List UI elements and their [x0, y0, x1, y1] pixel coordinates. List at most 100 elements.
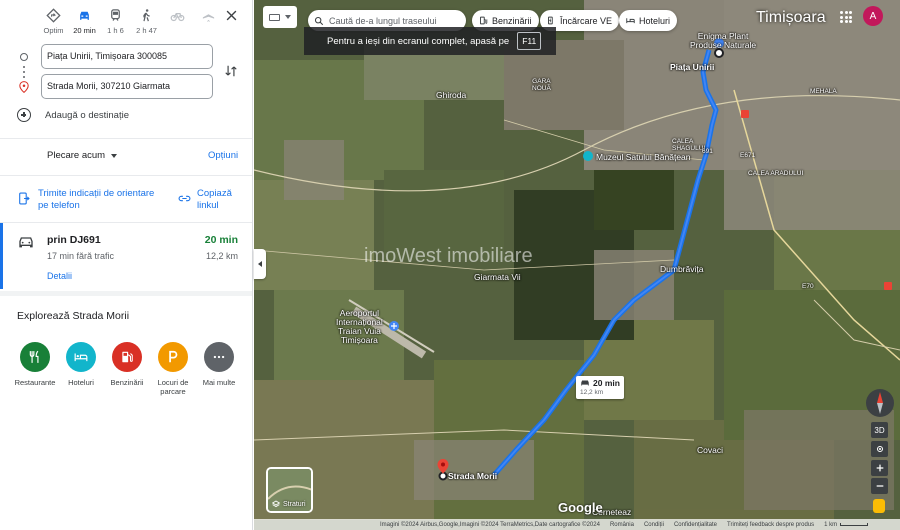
place-label-ghiroda[interactable]: Ghiroda	[436, 90, 466, 100]
close-icon[interactable]	[224, 8, 239, 23]
route-duration: 20 min	[204, 234, 238, 246]
map-scale[interactable]: 1 km	[824, 522, 869, 528]
car-icon	[581, 380, 589, 386]
district-label-calea: CALEA SHAGULUI	[672, 138, 706, 152]
place-label-muzeul[interactable]: Muzeul Satului Bănățean	[596, 152, 691, 162]
train-icon	[111, 9, 120, 21]
mode-walking[interactable]: 2 h 47	[131, 8, 162, 35]
route-card-time: 20 min	[593, 378, 620, 388]
satellite-imagery	[254, 0, 900, 530]
layers-button[interactable]: Straturi	[266, 467, 313, 513]
mode-driving[interactable]: 20 min	[69, 8, 100, 35]
feedback-link[interactable]: Trimiteți feedback despre produs	[727, 522, 814, 528]
maps-app: Optim 20 min 1 h 6 2 h 47 Piața Unirii, …	[0, 0, 900, 530]
road-label-e671: E671	[740, 152, 756, 159]
mode-transit[interactable]: 1 h 6	[100, 8, 131, 35]
category-restaurants[interactable]: Restaurante	[14, 342, 56, 396]
bicycle-icon	[170, 13, 185, 22]
depart-now-dropdown[interactable]: Plecare acum	[47, 150, 118, 161]
satellite-map[interactable]: Ghiroda Piața Unirii Enigma Plant Produs…	[254, 0, 900, 530]
terms-link[interactable]: Condiții	[644, 522, 664, 528]
category-gas-stations[interactable]: Benzinării	[106, 342, 148, 396]
keyboard-shortcuts-button[interactable]	[263, 6, 297, 28]
watermark-text: imoWest imobiliare	[364, 245, 533, 267]
category-more[interactable]: Mai multe	[198, 342, 240, 396]
add-destination-label: Adaugă o destinație	[45, 109, 129, 121]
category-label: Mai multe	[202, 378, 236, 387]
depart-label: Plecare acum	[47, 150, 106, 161]
more-icon	[213, 355, 225, 359]
share-row: Trimite indicații de orientare pe telefo…	[17, 188, 242, 216]
divider	[0, 138, 252, 139]
plus-icon	[876, 464, 883, 472]
place-label-covaci[interactable]: Covaci	[697, 445, 723, 455]
link-icon	[178, 195, 191, 202]
route-distance: 12,2 km	[205, 251, 238, 261]
caret-down-icon	[284, 15, 291, 19]
chip-hotels[interactable]: Hoteluri	[619, 10, 678, 31]
add-icon	[17, 108, 31, 122]
avatar[interactable]: A	[863, 6, 883, 26]
copy-link-label: Copiază linkul	[197, 188, 232, 211]
parking-icon	[169, 350, 178, 363]
explore-title: Explorează Strada Morii	[17, 310, 130, 322]
search-input[interactable]	[329, 15, 453, 26]
hotel-icon	[74, 353, 88, 362]
zoom-out-button[interactable]	[871, 478, 888, 494]
send-to-phone-button[interactable]: Trimite indicații de orientare pe telefo…	[17, 188, 158, 212]
place-label-enigma[interactable]: Enigma Plant Produse Naturale	[690, 32, 756, 50]
category-label: Locuri de parcare	[157, 378, 189, 396]
swap-icon[interactable]	[224, 64, 238, 78]
category-parking[interactable]: Locuri de parcare	[152, 342, 194, 396]
mode-cycling[interactable]	[162, 8, 193, 35]
chevron-left-icon	[258, 261, 262, 267]
divider	[0, 175, 252, 176]
layers-label-wrap: Straturi	[272, 500, 306, 508]
origin-field[interactable]: Piața Unirii, Timișoara 300085	[41, 44, 213, 69]
place-label-strada-morii[interactable]: Strada Morii	[448, 471, 497, 481]
hotel-icon	[626, 18, 635, 24]
place-label-piata-unirii[interactable]: Piața Unirii	[670, 62, 714, 72]
copy-link-button[interactable]: Copiază linkul	[178, 188, 237, 212]
category-label: Restaurante	[14, 378, 56, 387]
my-location-button[interactable]	[871, 441, 888, 457]
route-option[interactable]: prin DJ691 20 min 17 min fără trafic 12,…	[0, 223, 252, 289]
google-logo: Google	[558, 500, 603, 515]
destination-field[interactable]: Strada Morii, 307210 Giarmata	[41, 74, 213, 99]
route-dots-icon	[23, 66, 25, 78]
options-button[interactable]: Opțiuni	[208, 150, 238, 161]
category-hotels[interactable]: Hoteluri	[60, 342, 102, 396]
route-details-link[interactable]: Detalii	[47, 271, 72, 281]
apps-grid-icon[interactable]	[840, 11, 852, 23]
directions-panel: Optim 20 min 1 h 6 2 h 47 Piața Unirii, …	[0, 0, 253, 530]
place-label-aeroport[interactable]: Aeroportul Internațional Traian Vuia Tim…	[336, 309, 383, 345]
map-footer: Imagini ©2024 Airbus,Google,Imagini ©202…	[254, 519, 900, 530]
gas-station-icon	[122, 351, 133, 363]
city-label[interactable]: Timișoara	[756, 9, 826, 27]
street-view-pegman-icon[interactable]	[873, 499, 885, 513]
keyboard-icon	[269, 13, 281, 21]
district-label-calea-aradului: CALEA ARADULUI	[748, 170, 804, 177]
country-link[interactable]: România	[610, 522, 634, 528]
collapse-panel-button[interactable]	[254, 249, 266, 279]
explore-categories: Restaurante Hoteluri Benzinării Locuri d…	[14, 342, 240, 396]
privacy-link[interactable]: Confidențialitate	[674, 522, 717, 528]
send-to-phone-label: Trimite indicații de orientare pe telefo…	[38, 188, 155, 211]
car-icon	[19, 237, 33, 248]
add-destination-button[interactable]: Adaugă o destinație	[17, 108, 129, 122]
scale-bar	[840, 523, 869, 526]
mode-best[interactable]: Optim	[38, 8, 69, 35]
place-label-dumbravita[interactable]: Dumbrăvița	[660, 264, 703, 274]
chip-label: Hoteluri	[639, 15, 671, 26]
mode-flights[interactable]	[193, 8, 224, 35]
compass-button[interactable]	[866, 389, 894, 417]
place-label-giarmata-vii[interactable]: Giarmata Vii	[474, 272, 521, 282]
view-3d-button[interactable]: 3D	[871, 422, 888, 438]
route-best-icon	[46, 8, 61, 23]
category-label: Benzinării	[110, 378, 144, 387]
section-divider	[0, 291, 252, 296]
zoom-in-button[interactable]	[871, 460, 888, 476]
district-label-mehala: MEHALA	[810, 88, 837, 95]
minus-icon	[876, 485, 883, 487]
route-info-card[interactable]: 20 min 12,2 km	[576, 376, 624, 399]
